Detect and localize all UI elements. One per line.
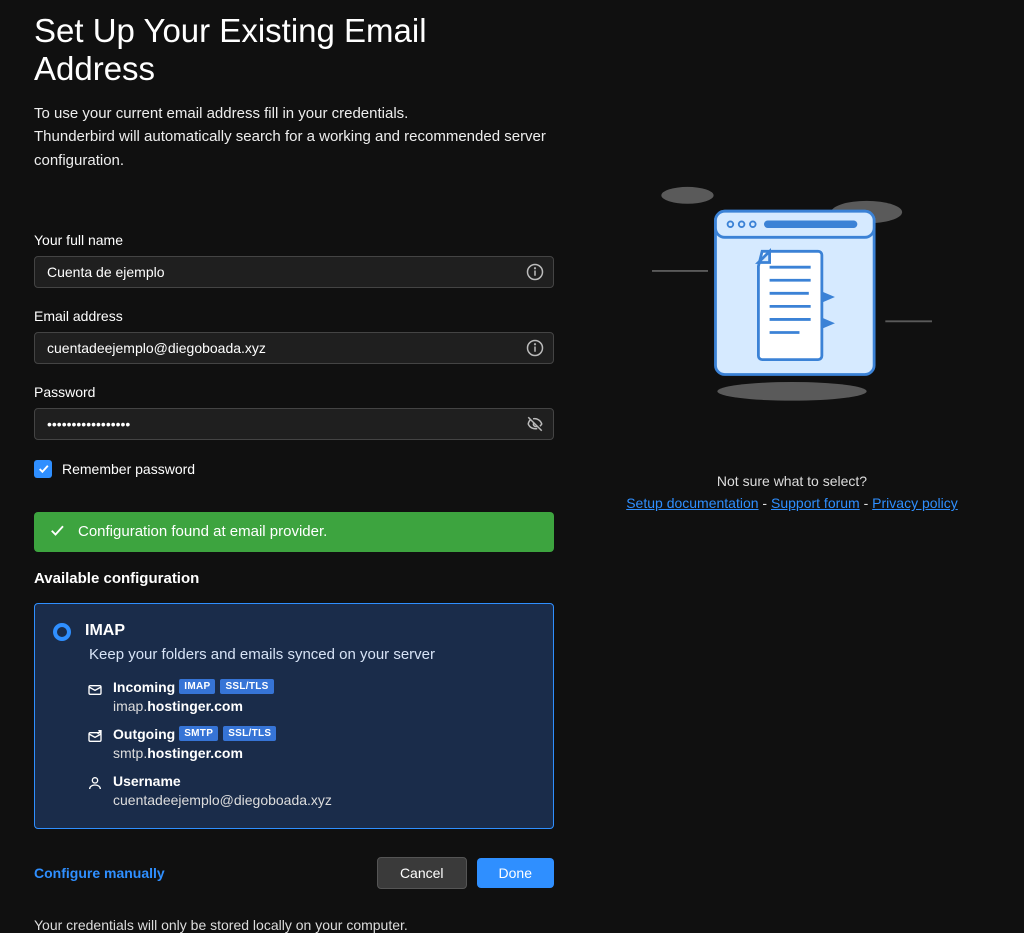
status-banner: Configuration found at email provider. — [34, 512, 554, 552]
password-input[interactable] — [34, 408, 554, 440]
email-input[interactable] — [34, 332, 554, 364]
incoming-host: imap.hostinger.com — [113, 698, 535, 714]
page-subtitle: To use your current email address fill i… — [34, 102, 554, 172]
footer-note: Your credentials will only be stored loc… — [34, 917, 554, 933]
imap-title: IMAP — [85, 622, 535, 640]
incoming-label: Incoming — [113, 679, 175, 695]
cancel-button[interactable]: Cancel — [377, 857, 467, 889]
privacy-policy-link[interactable]: Privacy policy — [872, 495, 958, 511]
user-icon — [87, 775, 103, 794]
info-icon[interactable] — [526, 339, 544, 357]
imap-config-card[interactable]: IMAP Keep your folders and emails synced… — [34, 603, 554, 829]
full-name-label: Your full name — [34, 232, 554, 248]
eye-off-icon[interactable] — [526, 415, 544, 433]
incoming-icon — [87, 681, 103, 700]
outgoing-security-tag: SSL/TLS — [223, 726, 276, 741]
illustration — [642, 172, 942, 418]
password-label: Password — [34, 384, 554, 400]
setup-documentation-link[interactable]: Setup documentation — [626, 495, 758, 511]
email-label: Email address — [34, 308, 554, 324]
available-config-title: Available configuration — [34, 570, 554, 587]
full-name-input[interactable] — [34, 256, 554, 288]
outgoing-host: smtp.hostinger.com — [113, 745, 535, 761]
incoming-security-tag: SSL/TLS — [220, 679, 273, 694]
help-text: Not sure what to select? Setup documenta… — [626, 470, 958, 515]
remember-password-label: Remember password — [62, 461, 195, 477]
support-forum-link[interactable]: Support forum — [771, 495, 860, 511]
imap-radio[interactable] — [53, 623, 71, 641]
done-button[interactable]: Done — [477, 858, 554, 888]
incoming-proto-tag: IMAP — [179, 679, 215, 694]
username-label: Username — [113, 773, 181, 789]
remember-password-checkbox[interactable] — [34, 460, 52, 478]
imap-desc: Keep your folders and emails synced on y… — [89, 646, 535, 663]
info-icon[interactable] — [526, 263, 544, 281]
outgoing-icon — [87, 728, 103, 747]
outgoing-label: Outgoing — [113, 726, 175, 742]
outgoing-proto-tag: SMTP — [179, 726, 218, 741]
username-value: cuentadeejemplo@diegoboada.xyz — [113, 792, 535, 808]
check-icon — [48, 521, 66, 543]
configure-manually-link[interactable]: Configure manually — [34, 865, 165, 881]
page-title: Set Up Your Existing Email Address — [34, 12, 554, 88]
